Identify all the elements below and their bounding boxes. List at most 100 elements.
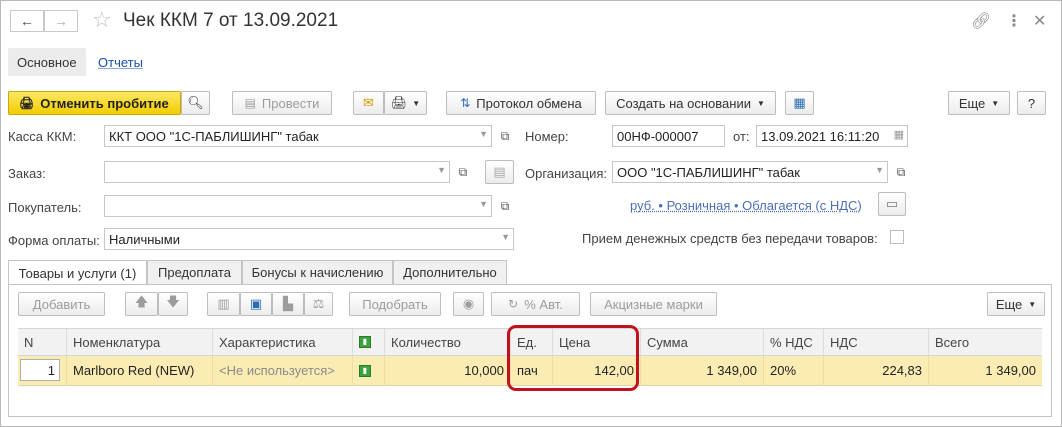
more-vertical-icon[interactable]: ⋮: [1006, 11, 1022, 31]
chevron-down-icon[interactable]: ▼: [479, 199, 488, 209]
excise-marks-button[interactable]: Акцизные марки: [590, 292, 717, 316]
barcode-button[interactable]: ▥: [207, 292, 240, 316]
cell-qty[interactable]: 10,000: [384, 356, 510, 385]
calculator-icon: ▭: [885, 196, 899, 211]
cell-vat-rate[interactable]: 20%: [763, 356, 823, 385]
structure-icon: ▦: [793, 95, 806, 110]
printer-icon: 🖨︎: [390, 95, 408, 110]
scanner-button[interactable]: ▣: [240, 292, 272, 316]
exchange-icon: ⇅: [460, 96, 471, 110]
help-button[interactable]: ?: [1017, 91, 1046, 115]
create-based-on-button[interactable]: Создать на основании ▼: [605, 91, 776, 115]
cell-marking[interactable]: ▮: [352, 356, 384, 385]
chevron-down-icon[interactable]: ▼: [479, 129, 488, 139]
barcode-icon: ▥: [217, 296, 230, 311]
number-field[interactable]: 00НФ-000007: [612, 125, 725, 147]
move-up-button[interactable]: 🡅: [125, 292, 158, 316]
section-main[interactable]: Основное: [8, 48, 86, 76]
no-goods-checkbox[interactable]: [890, 230, 904, 244]
view-button[interactable]: ◉: [453, 292, 484, 316]
col-total[interactable]: Всего: [928, 329, 1042, 355]
kassa-field[interactable]: ККТ ООО "1С-ПАБЛИШИНГ" табак ▼: [104, 125, 492, 147]
col-vat[interactable]: НДС: [823, 329, 928, 355]
chevron-down-icon: ▼: [412, 98, 421, 108]
eye-icon: ◉: [462, 296, 475, 311]
pick-button[interactable]: Подобрать: [349, 292, 441, 316]
col-characteristic[interactable]: Характеристика: [212, 329, 352, 355]
chevron-down-icon: ▼: [756, 98, 765, 108]
calendar-icon[interactable]: ▦: [894, 128, 904, 141]
buyer-label: Покупатель:: [8, 200, 82, 215]
add-button[interactable]: Добавить: [18, 292, 105, 316]
cell-vat[interactable]: 224,83: [823, 356, 928, 385]
tab-prepayment[interactable]: Предоплата: [147, 260, 242, 285]
weight-button[interactable]: ⚖: [304, 292, 333, 316]
open-buyer-icon[interactable]: ⧉: [496, 197, 514, 215]
price-settings-link[interactable]: руб. • Розничная • Облагается (с НДС): [630, 198, 862, 213]
price-settings-button[interactable]: ▭: [878, 192, 906, 216]
more-label: Еще: [958, 95, 986, 111]
window-title: Чек ККМ 7 от 13.09.2021: [123, 10, 339, 31]
open-kassa-icon[interactable]: ⧉: [496, 127, 514, 145]
search-button[interactable]: 🔍︎: [181, 91, 210, 115]
arrow-left-icon: ←: [20, 13, 34, 29]
more-button[interactable]: Еще ▼: [948, 91, 1010, 115]
order-field[interactable]: ▼: [104, 161, 450, 183]
cell-sum[interactable]: 1 349,00: [640, 356, 763, 385]
scanner-icon: ▣: [249, 296, 263, 311]
cancel-punch-button[interactable]: 🖨︎ Отменить пробитие: [8, 91, 181, 115]
col-sum[interactable]: Сумма: [640, 329, 763, 355]
open-org-icon[interactable]: ⧉: [892, 163, 910, 181]
cancel-punch-label: Отменить пробитие: [40, 95, 169, 111]
post-button[interactable]: ▤ Провести: [232, 91, 332, 115]
document-icon: ▤: [493, 164, 506, 179]
col-item[interactable]: Номенклатура: [66, 329, 212, 355]
link-icon[interactable]: 🔗︎: [971, 11, 991, 31]
tab-goods[interactable]: Товары и услуги (1): [8, 260, 147, 286]
marking-icon: ▮: [359, 364, 371, 377]
cell-item[interactable]: Marlboro Red (NEW): [66, 356, 212, 385]
payment-field[interactable]: Наличными ▼: [104, 228, 514, 250]
post-icon: ▤: [244, 96, 256, 110]
exchange-protocol-button[interactable]: ⇅ Протокол обмена: [446, 91, 596, 115]
close-icon[interactable]: ✕: [1033, 11, 1046, 31]
auto-discount-label: % Авт.: [524, 296, 563, 312]
row-number[interactable]: 1: [20, 359, 60, 381]
org-field[interactable]: ООО "1С-ПАБЛИШИНГ" табак ▼: [612, 161, 888, 183]
cell-characteristic[interactable]: <Не используется>: [212, 356, 352, 385]
table-more-label: Еще: [995, 296, 1023, 312]
cell-n[interactable]: 1: [18, 356, 66, 385]
org-value: ООО "1С-ПАБЛИШИНГ" табак: [617, 164, 800, 180]
cell-total[interactable]: 1 349,00: [928, 356, 1042, 385]
payment-label: Форма оплаты:: [8, 233, 100, 248]
move-down-button[interactable]: 🡇: [158, 292, 188, 316]
col-marking[interactable]: ▮: [352, 329, 384, 355]
auto-discount-button[interactable]: ↻ % Авт.: [491, 292, 580, 316]
scan-reader-button[interactable]: ▙: [272, 292, 304, 316]
structure-button[interactable]: ▦: [785, 91, 814, 115]
tab-additional[interactable]: Дополнительно: [393, 260, 507, 285]
chevron-down-icon[interactable]: ▼: [501, 232, 510, 242]
kassa-value: ККТ ООО "1С-ПАБЛИШИНГ" табак: [109, 128, 319, 144]
col-vat-rate[interactable]: % НДС: [763, 329, 823, 355]
envelope-icon: ✉: [363, 95, 374, 110]
email-button[interactable]: ✉: [353, 91, 384, 115]
fill-order-button[interactable]: ▤: [485, 160, 514, 184]
date-field[interactable]: 13.09.2021 16:11:20 ▦: [756, 125, 908, 147]
section-reports[interactable]: Отчеты: [89, 48, 152, 76]
kassa-label: Касса ККМ:: [8, 129, 77, 144]
org-label: Организация:: [525, 166, 608, 181]
open-order-icon[interactable]: ⧉: [454, 163, 472, 181]
tab-bonuses[interactable]: Бонусы к начислению: [242, 260, 393, 285]
forward-button[interactable]: →: [44, 10, 78, 32]
number-value: 00НФ-000007: [617, 128, 699, 144]
chevron-down-icon[interactable]: ▼: [437, 165, 446, 175]
back-button[interactable]: ←: [10, 10, 44, 32]
favorite-star-icon[interactable]: ☆: [92, 7, 112, 33]
chevron-down-icon[interactable]: ▼: [875, 165, 884, 175]
table-more-button[interactable]: Еще ▼: [987, 292, 1045, 316]
col-qty[interactable]: Количество: [384, 329, 510, 355]
buyer-field[interactable]: ▼: [104, 195, 492, 217]
col-n[interactable]: N: [18, 329, 66, 355]
print-button[interactable]: 🖨︎ ▼: [384, 91, 427, 115]
